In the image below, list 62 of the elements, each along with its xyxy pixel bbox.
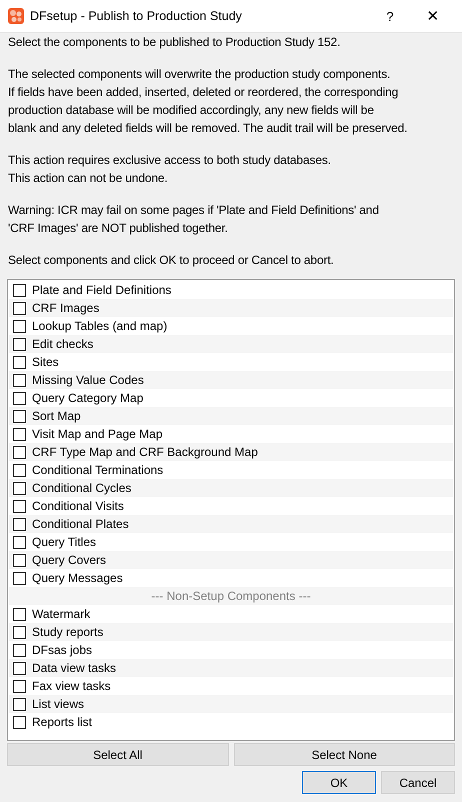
message-text: The selected components will overwrite the production study components. If fields have been added, inserted, deleted or reordered, the corresponding production database will be modified accordingly, any new fields will be blank and any deleted fields will be removed. The audit trail will be preserved. [8, 66, 408, 137]
component-label: Conditional Visits [32, 499, 124, 513]
checkbox[interactable] [13, 680, 26, 692]
component-label: List views [32, 697, 84, 711]
component-label: CRF Images [32, 301, 100, 315]
component-label: Conditional Plates [32, 517, 129, 531]
component-label: Sort Map [32, 409, 81, 423]
component-label: Missing Value Codes [32, 373, 144, 387]
component-label: Visit Map and Page Map [32, 427, 163, 441]
component-label: Data view tasks [32, 661, 116, 675]
component-label: Query Titles [32, 535, 96, 549]
close-button[interactable]: ✕ [410, 0, 456, 32]
message-text: Warning: ICR may fail on some pages if 'Plate and Field Definitions' and 'CRF Images' are NOT published together. [8, 202, 380, 237]
dialog-button[interactable]: Cancel [381, 771, 455, 794]
checkbox[interactable] [13, 392, 26, 404]
component-label: Lookup Tables (and map) [32, 319, 168, 333]
checkbox[interactable] [13, 626, 26, 638]
checkbox[interactable] [13, 428, 26, 440]
checkbox[interactable] [13, 608, 26, 620]
checkbox[interactable] [13, 374, 26, 386]
checkbox[interactable] [13, 464, 26, 476]
checkbox[interactable] [13, 320, 26, 332]
component-label: Edit checks [32, 337, 94, 351]
component-label: Conditional Terminations [32, 463, 164, 477]
checkbox[interactable] [13, 698, 26, 710]
dialog-button[interactable]: Select All [7, 743, 228, 766]
checkbox[interactable] [13, 302, 26, 314]
checkbox[interactable] [13, 518, 26, 530]
checkbox[interactable] [13, 500, 26, 512]
checkbox[interactable] [13, 536, 26, 548]
checkbox[interactable] [13, 644, 26, 656]
dialog-button[interactable]: Select None [234, 743, 455, 766]
component-label: DFsas jobs [32, 643, 92, 657]
window-title: DFsetup - Publish to Production Study [30, 9, 243, 23]
component-label: Query Messages [32, 571, 123, 585]
component-label: Fax view tasks [32, 679, 111, 693]
section-separator: --- Non-Setup Components --- [150, 589, 312, 603]
component-label: Watermark [32, 607, 90, 621]
checkbox[interactable] [13, 410, 26, 422]
checkbox[interactable] [13, 716, 26, 728]
component-label: Conditional Cycles [32, 481, 132, 495]
checkbox[interactable] [13, 482, 26, 494]
component-label: Study reports [32, 625, 104, 639]
help-button[interactable]: ? [370, 8, 410, 24]
checkbox[interactable] [13, 338, 26, 350]
default-button[interactable]: OK [302, 771, 376, 794]
message-text: Select components and click OK to proceed or Cancel to abort. [8, 252, 335, 269]
message-text: Select the components to be published to Production Study 152. [8, 34, 342, 51]
component-label: Plate and Field Definitions [32, 283, 172, 297]
component-label: Reports list [32, 715, 92, 729]
component-label: CRF Type Map and CRF Background Map [32, 445, 258, 459]
component-label: Query Covers [32, 553, 106, 567]
app-icon [8, 8, 24, 24]
checkbox[interactable] [13, 662, 26, 674]
checkbox[interactable] [13, 356, 26, 368]
checkbox[interactable] [13, 446, 26, 458]
message-text: This action requires exclusive access to both study databases. This action can not be undone. [8, 152, 332, 187]
checkbox[interactable] [13, 572, 26, 584]
component-label: Query Category Map [32, 391, 144, 405]
component-label: Sites [32, 355, 59, 369]
checkbox[interactable] [13, 284, 26, 296]
checkbox[interactable] [13, 554, 26, 566]
